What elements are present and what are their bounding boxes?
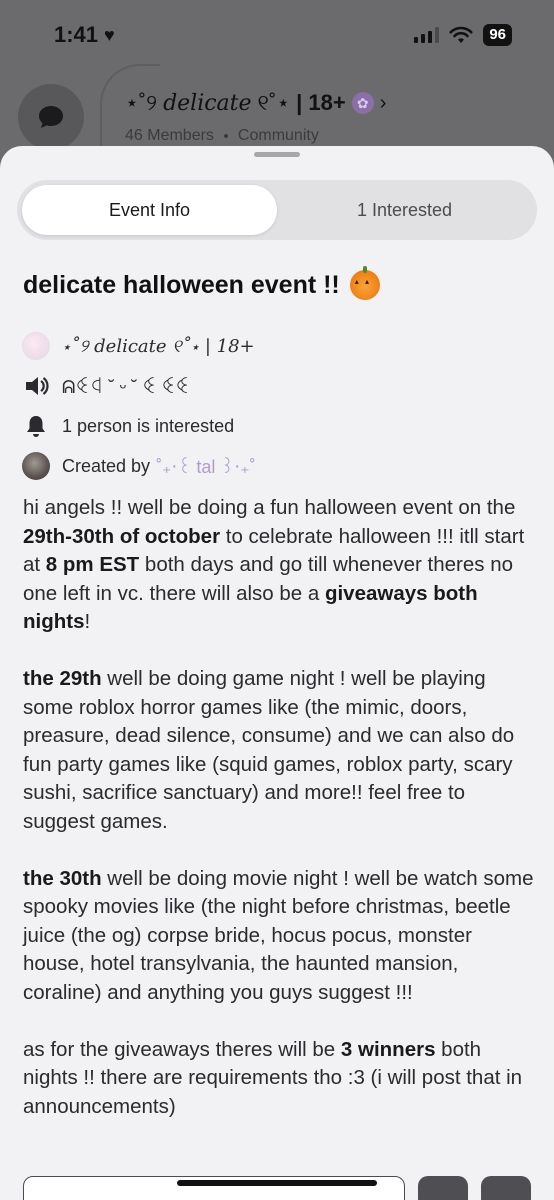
creator-avatar bbox=[22, 452, 50, 480]
server-subtitle: 46 Members Community bbox=[125, 127, 319, 145]
clock: 1:41 bbox=[54, 22, 99, 47]
event-title-text: delicate halloween event !! bbox=[23, 270, 340, 299]
chat-bubble-button[interactable] bbox=[18, 84, 84, 150]
separator-dot bbox=[223, 134, 228, 138]
chat-bubble-icon bbox=[39, 106, 63, 128]
status-time: 1:41 ♥ bbox=[54, 22, 115, 48]
tab-event-info[interactable]: Event Info bbox=[22, 185, 277, 235]
pumpkin-icon bbox=[349, 266, 380, 300]
event-channel-name: ᕱꒊꒉ ˘ ᵕ ˘ ꒊ ꒊꒊ bbox=[62, 376, 190, 397]
status-bar: 1:41 ♥ 96 bbox=[0, 0, 554, 70]
interested-count-text: 1 person is interested bbox=[62, 415, 235, 436]
created-by-label: Created by bbox=[62, 455, 151, 476]
event-creator-row[interactable]: Created by ˚₊‧꒰ tal ꒱‧₊˚ bbox=[22, 446, 532, 486]
title-prefix: ⋆˚୨ bbox=[125, 90, 158, 115]
heart-icon: ♥ bbox=[104, 24, 115, 45]
wifi-icon bbox=[449, 26, 473, 43]
server-boost-badge-icon: ✿ bbox=[351, 92, 374, 114]
description-paragraph: the 29th well be doing game night ! well… bbox=[23, 667, 515, 833]
bell-icon bbox=[27, 416, 45, 437]
event-title: delicate halloween event !! bbox=[23, 266, 380, 300]
title-suffix: ୧˚⋆ bbox=[257, 90, 291, 115]
secondary-action-button[interactable] bbox=[418, 1176, 468, 1200]
age-label: | 18+ bbox=[296, 90, 346, 115]
member-count: 46 Members bbox=[125, 127, 214, 144]
description-paragraph: the 30th well be doing movie night ! wel… bbox=[23, 866, 534, 1004]
tab-interested[interactable]: 1 Interested bbox=[277, 185, 532, 235]
event-tabs: Event Info 1 Interested bbox=[17, 180, 537, 240]
creator-name[interactable]: ˚₊‧꒰ tal ꒱‧₊˚ bbox=[156, 455, 256, 478]
server-type: Community bbox=[237, 127, 319, 144]
stage-channel-icon bbox=[26, 377, 49, 395]
home-indicator bbox=[177, 1180, 377, 1186]
server-avatar-icon bbox=[22, 332, 50, 360]
event-channel-row[interactable]: ᕱꒊꒉ ˘ ᵕ ˘ ꒊ ꒊꒊ bbox=[22, 366, 532, 406]
event-description: hi angels !! well be doing a fun hallowe… bbox=[23, 494, 535, 1150]
description-paragraph: as for the giveaways theres will be 3 wi… bbox=[23, 1037, 523, 1118]
description-paragraph: hi angels !! well be doing a fun hallowe… bbox=[23, 496, 525, 633]
status-icons: 96 bbox=[414, 24, 512, 46]
chevron-right-icon: › bbox=[379, 91, 387, 114]
server-name: delicate bbox=[163, 90, 252, 116]
battery-indicator: 96 bbox=[483, 24, 512, 46]
more-options-button[interactable] bbox=[481, 1176, 531, 1200]
sheet-grabber[interactable] bbox=[254, 152, 300, 157]
cellular-signal-icon bbox=[414, 27, 440, 43]
event-meta: ⋆˚୨ delicate ୧˚⋆ | 18+ ᕱꒊꒉ ˘ ᵕ ˘ ꒊ ꒊꒊ 1 … bbox=[22, 326, 532, 486]
event-server-row: ⋆˚୨ delicate ୧˚⋆ | 18+ bbox=[22, 326, 532, 366]
event-server-name: ⋆˚୨ delicate ୧˚⋆ | 18+ bbox=[62, 335, 255, 357]
event-interested-row: 1 person is interested bbox=[22, 406, 532, 446]
event-sheet: Event Info 1 Interested delicate hallowe… bbox=[0, 146, 554, 1200]
server-title[interactable]: ⋆˚୨ delicate ୧˚⋆ | 18+ ✿ › bbox=[125, 90, 386, 116]
